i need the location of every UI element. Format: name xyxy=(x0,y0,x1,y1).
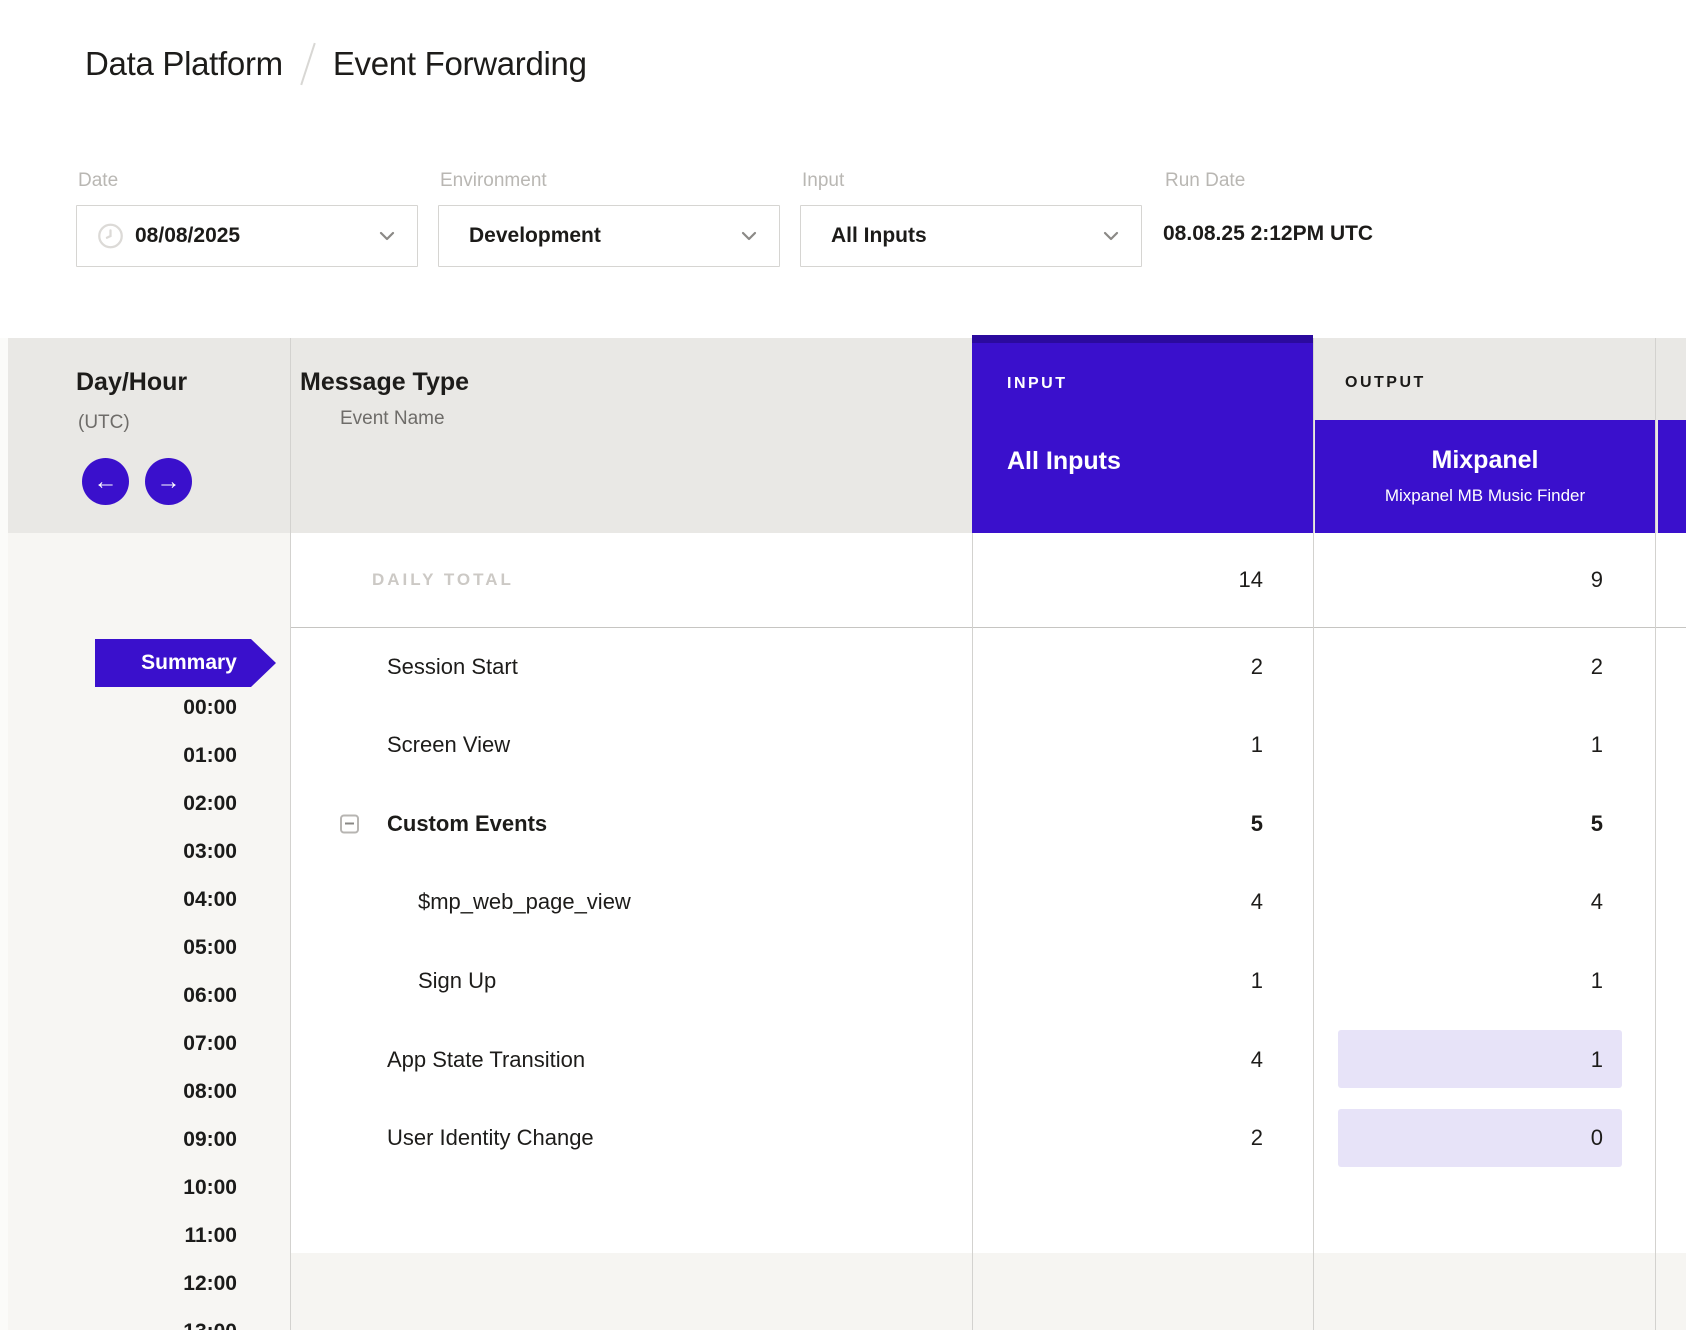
date-value: 08/08/2025 xyxy=(135,224,240,248)
date-dropdown[interactable]: 08/08/2025 xyxy=(76,205,418,267)
event-name: Custom Events xyxy=(387,811,547,837)
event-name: User Identity Change xyxy=(387,1125,594,1151)
output-column-header: Mixpanel Mixpanel MB Music Finder xyxy=(1315,420,1655,533)
hour-row-label[interactable]: 12:00 xyxy=(8,1270,237,1298)
input-value: All Inputs xyxy=(831,224,927,248)
hour-row-label[interactable]: 04:00 xyxy=(8,886,237,914)
hour-row-label[interactable]: 02:00 xyxy=(8,790,237,818)
environment-value: Development xyxy=(469,224,601,248)
page-left-gutter xyxy=(0,338,8,1330)
day-hour-column-title: Day/Hour xyxy=(76,368,187,397)
output-count: 2 xyxy=(1313,654,1655,680)
input-dropdown[interactable]: All Inputs xyxy=(800,205,1142,267)
table-row: User Identity Change 20 xyxy=(290,1099,1686,1178)
previous-day-button[interactable]: ← xyxy=(82,458,129,505)
hour-row-label[interactable]: 10:00 xyxy=(8,1174,237,1202)
output-column-header-partial xyxy=(1658,420,1686,533)
input-column-accent-strip xyxy=(972,335,1313,343)
message-type-column-title: Message Type xyxy=(300,368,469,397)
event-name: Screen View xyxy=(387,732,510,758)
column-divider xyxy=(290,338,291,1330)
environment-filter-label: Environment xyxy=(440,170,547,192)
top-bar: Data Platform Event Forwarding xyxy=(0,0,1686,129)
arrow-right-icon: → xyxy=(157,468,181,496)
input-column-name: All Inputs xyxy=(1007,447,1121,476)
input-section-label: INPUT xyxy=(1007,375,1068,393)
arrow-left-icon: ← xyxy=(94,468,118,496)
input-count: 4 xyxy=(972,889,1313,915)
output-count: 4 xyxy=(1313,889,1655,915)
output-count: 1 xyxy=(1313,732,1655,758)
hour-row-label[interactable]: 06:00 xyxy=(8,982,237,1010)
hour-row-label[interactable]: 08:00 xyxy=(8,1078,237,1106)
event-forwarding-page: Data Platform Event Forwarding Date 08/0… xyxy=(0,0,1686,1330)
daily-total-row: DAILY TOTAL 14 9 xyxy=(290,533,1686,628)
output-section-label: OUTPUT xyxy=(1345,374,1426,392)
table-row: Custom Events 55 xyxy=(290,784,1686,863)
summary-label: Summary xyxy=(95,639,267,687)
column-divider xyxy=(1655,338,1656,1330)
input-filter-label: Input xyxy=(802,170,844,192)
day-hour-column-subtitle: (UTC) xyxy=(78,412,130,434)
input-count: 1 xyxy=(972,968,1313,994)
collapse-minus-icon[interactable] xyxy=(340,814,359,833)
run-date-value: 08.08.25 2:12PM UTC xyxy=(1163,222,1373,246)
input-count: 5 xyxy=(972,811,1313,837)
output-count: 5 xyxy=(1313,811,1655,837)
output-column-subtitle: Mixpanel MB Music Finder xyxy=(1315,486,1655,506)
input-column-header: INPUT All Inputs xyxy=(972,335,1313,533)
hour-row-label[interactable]: 00:00 xyxy=(8,694,237,722)
table-row: Session Start 22 xyxy=(290,627,1686,706)
hour-row-label[interactable]: 05:00 xyxy=(8,934,237,962)
message-type-column-subtitle: Event Name xyxy=(340,408,445,430)
event-name: Session Start xyxy=(387,654,518,680)
table-footer-background xyxy=(290,1253,1686,1330)
environment-dropdown[interactable]: Development xyxy=(438,205,780,267)
output-column-name: Mixpanel xyxy=(1315,446,1655,475)
daily-total-input-value: 14 xyxy=(972,567,1313,593)
event-name: App State Transition xyxy=(387,1047,585,1073)
hour-row-label[interactable]: 11:00 xyxy=(8,1222,237,1250)
hour-row-label[interactable]: 03:00 xyxy=(8,838,237,866)
output-count: 1 xyxy=(1313,1047,1655,1073)
breadcrumb: Data Platform Event Forwarding xyxy=(85,42,587,86)
table-row: Sign Up 11 xyxy=(290,941,1686,1020)
event-name: Sign Up xyxy=(418,968,496,994)
summary-row-badge[interactable]: Summary xyxy=(95,639,276,687)
clock-icon xyxy=(97,223,124,250)
table-row: App State Transition 41 xyxy=(290,1020,1686,1099)
event-name: $mp_web_page_view xyxy=(418,889,631,915)
breadcrumb-separator-icon xyxy=(300,43,315,85)
run-date-label: Run Date xyxy=(1165,170,1245,192)
hour-row-label[interactable]: 07:00 xyxy=(8,1030,237,1058)
table-row: Screen View 11 xyxy=(290,706,1686,785)
input-count: 2 xyxy=(972,1125,1313,1151)
next-day-button[interactable]: → xyxy=(145,458,192,505)
filter-bar: Date 08/08/2025 Environment Development xyxy=(0,128,1686,338)
hour-row-label[interactable]: 09:00 xyxy=(8,1126,237,1154)
input-count: 2 xyxy=(972,654,1313,680)
daily-total-label: DAILY TOTAL xyxy=(372,570,514,590)
daily-total-output-value: 9 xyxy=(1313,567,1655,593)
output-count: 0 xyxy=(1313,1125,1655,1151)
table-row: $mp_web_page_view 44 xyxy=(290,863,1686,942)
chevron-down-icon xyxy=(1099,224,1123,248)
chevron-down-icon xyxy=(375,224,399,248)
page-title: Event Forwarding xyxy=(333,45,587,83)
hour-row-label[interactable]: 01:00 xyxy=(8,742,237,770)
chevron-down-icon xyxy=(737,224,761,248)
input-count: 4 xyxy=(972,1047,1313,1073)
breadcrumb-section[interactable]: Data Platform xyxy=(85,45,283,83)
date-filter-label: Date xyxy=(78,170,118,192)
hour-row-label[interactable]: 13:00 xyxy=(8,1318,237,1330)
input-count: 1 xyxy=(972,732,1313,758)
output-count: 1 xyxy=(1313,968,1655,994)
